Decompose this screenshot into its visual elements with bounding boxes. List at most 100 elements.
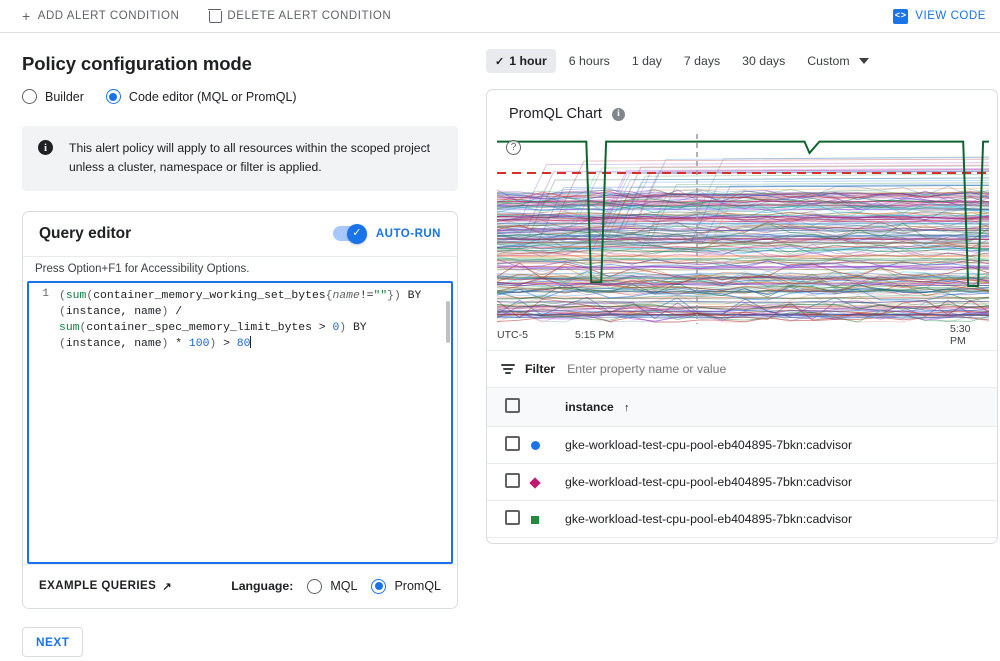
filter-label: Filter <box>525 362 556 376</box>
row-select-cell[interactable] <box>487 426 531 464</box>
top-toolbar: + ADD ALERT CONDITION DELETE ALERT CONDI… <box>0 0 1000 33</box>
time-range-selector: ✓ 1 hour 6 hours 1 day 7 days 30 days Custom <box>478 49 1000 73</box>
code-token-12: instance, name <box>65 305 162 318</box>
policy-mode-builder[interactable]: Builder <box>22 89 84 104</box>
example-queries-link[interactable]: EXAMPLE QUERIES ↗​ <box>39 580 172 593</box>
add-alert-condition-label: ADD ALERT CONDITION <box>37 10 180 22</box>
chart-plot-area[interactable]: ? <box>497 134 989 324</box>
code-token-26: 100 <box>188 337 210 350</box>
view-code-label: VIEW CODE <box>915 10 986 22</box>
chart-header: PromQL Chart i <box>487 90 997 134</box>
chart-series-line <box>497 291 989 293</box>
code-token-9: ) <box>394 289 401 302</box>
language-selector: Language: MQL PromQL <box>231 578 441 594</box>
time-range-custom[interactable]: Custom <box>798 49 877 73</box>
code-token-10: BY <box>400 289 429 302</box>
series-table: instance ↑ gke-workload-test-cpu-pool-eb… <box>487 387 997 538</box>
time-range-7-days[interactable]: 7 days <box>675 49 729 73</box>
query-code-text[interactable]: (sum(container_memory_working_set_bytes{… <box>55 283 451 562</box>
table-row[interactable]: gke-workload-test-cpu-pool-eb404895-7bkn… <box>487 426 997 464</box>
x-axis-tick-0: 5:15 PM <box>575 329 615 341</box>
check-icon: ✓ <box>495 55 505 68</box>
query-editor-header: Query editor ✓ AUTO-RUN <box>23 212 457 257</box>
code-token-3: container_memory_working_set_bytes <box>93 289 326 302</box>
code-token-0: ( <box>59 289 66 302</box>
plus-icon: + <box>22 8 31 24</box>
row-checkbox[interactable] <box>505 510 520 525</box>
delete-alert-condition-label: DELETE ALERT CONDITION <box>227 10 392 22</box>
code-token-7: "" <box>373 289 388 302</box>
scoped-project-info-banner: i This alert policy will apply to all re… <box>22 126 458 191</box>
select-all-checkbox[interactable] <box>505 398 520 413</box>
add-alert-condition-button[interactable]: + ADD ALERT CONDITION <box>14 5 187 27</box>
radio-code-editor-icon[interactable] <box>105 89 121 104</box>
radio-mql-icon[interactable] <box>307 578 323 594</box>
row-instance-name: gke-workload-test-cpu-pool-eb404895-7bkn… <box>565 463 997 501</box>
code-token-25: * <box>168 337 189 350</box>
external-link-icon: ↗​ <box>162 580 172 593</box>
filter-input[interactable] <box>565 361 997 377</box>
x-axis-timezone: UTC-5 <box>497 329 528 341</box>
question-mark-icon[interactable]: ? <box>506 140 521 155</box>
code-token-23: instance, name <box>65 337 162 350</box>
chart-svg <box>497 134 989 324</box>
table-row[interactable]: gke-workload-test-cpu-pool-eb404895-7bkn… <box>487 463 997 501</box>
info-icon[interactable]: i <box>611 107 625 121</box>
info-icon: i <box>38 140 53 155</box>
page-title: Policy configuration mode <box>22 53 252 74</box>
row-checkbox[interactable] <box>505 436 520 451</box>
next-button[interactable]: NEXT <box>22 626 84 657</box>
trash-icon <box>208 8 223 24</box>
language-option-mql[interactable]: MQL <box>307 578 358 594</box>
language-mql-label: MQL <box>330 579 358 594</box>
select-all-header[interactable] <box>487 387 531 427</box>
time-range-label: 1 hour <box>509 54 547 68</box>
delete-alert-condition-button[interactable]: DELETE ALERT CONDITION <box>201 5 399 28</box>
row-instance-name: gke-workload-test-cpu-pool-eb404895-7bkn… <box>565 426 997 464</box>
editor-scrollbar[interactable] <box>446 300 450 343</box>
example-queries-label: EXAMPLE QUERIES <box>39 580 157 593</box>
instance-column-header[interactable]: instance ↑ <box>565 387 997 427</box>
code-token-1: sum <box>65 289 87 302</box>
time-range-1-hour[interactable]: ✓ 1 hour <box>486 49 556 73</box>
row-marker-cell <box>531 500 565 538</box>
auto-run-switch-icon[interactable]: ✓ <box>332 223 367 244</box>
view-code-button[interactable]: <> VIEW CODE <box>893 8 986 24</box>
row-checkbox[interactable] <box>505 473 520 488</box>
chart-x-axis: UTC-5 5:15 PM 5:30 PM <box>497 323 989 347</box>
policy-config-pane: Policy configuration mode Builder Code e… <box>0 33 472 661</box>
time-range-1-day[interactable]: 1 day <box>623 49 671 73</box>
language-option-promql[interactable]: PromQL <box>371 578 441 594</box>
check-icon: ✓ <box>346 223 367 244</box>
filter-bar[interactable]: Filter <box>487 350 997 387</box>
auto-run-label: AUTO-RUN <box>375 227 441 240</box>
row-instance-name: gke-workload-test-cpu-pool-eb404895-7bkn… <box>565 500 997 538</box>
code-token-14: / <box>168 305 189 318</box>
time-range-6-hours[interactable]: 6 hours <box>560 49 619 73</box>
chart-pane: ✓ 1 hour 6 hours 1 day 7 days 30 days Custom P… <box>472 33 1000 661</box>
radio-promql-icon[interactable] <box>371 578 387 594</box>
time-range-label: 30 days <box>742 54 786 68</box>
series-diamond-marker-icon <box>529 477 541 489</box>
time-range-label: Custom <box>807 54 850 68</box>
policy-mode-code-editor-label: Code editor (MQL or PromQL) <box>128 89 297 104</box>
code-token-22: ( <box>59 337 66 350</box>
table-row[interactable]: gke-workload-test-cpu-pool-eb404895-7bkn… <box>487 500 997 538</box>
time-range-30-days[interactable]: 30 days <box>733 49 794 73</box>
policy-mode-builder-label: Builder <box>45 89 84 104</box>
time-range-label: 7 days <box>683 54 721 68</box>
row-select-cell[interactable] <box>487 500 531 538</box>
auto-run-toggle[interactable]: ✓ AUTO-RUN <box>332 223 441 244</box>
code-token-17: container_spec_memory_limit_bytes <box>86 321 312 334</box>
row-marker-cell <box>531 426 565 464</box>
language-promql-label: PromQL <box>394 579 441 594</box>
text-caret <box>250 335 252 348</box>
code-token-29: 80 <box>236 337 251 350</box>
row-select-cell[interactable] <box>487 463 531 501</box>
language-label: Language: <box>231 579 294 594</box>
page-body: Policy configuration mode Builder Code e… <box>0 33 1000 661</box>
policy-mode-code-editor[interactable]: Code editor (MQL or PromQL) <box>105 89 297 104</box>
code-token-8: } <box>387 289 394 302</box>
radio-builder-icon[interactable] <box>22 89 37 104</box>
query-code-editor[interactable]: 1 (sum(container_memory_working_set_byte… <box>27 280 453 564</box>
